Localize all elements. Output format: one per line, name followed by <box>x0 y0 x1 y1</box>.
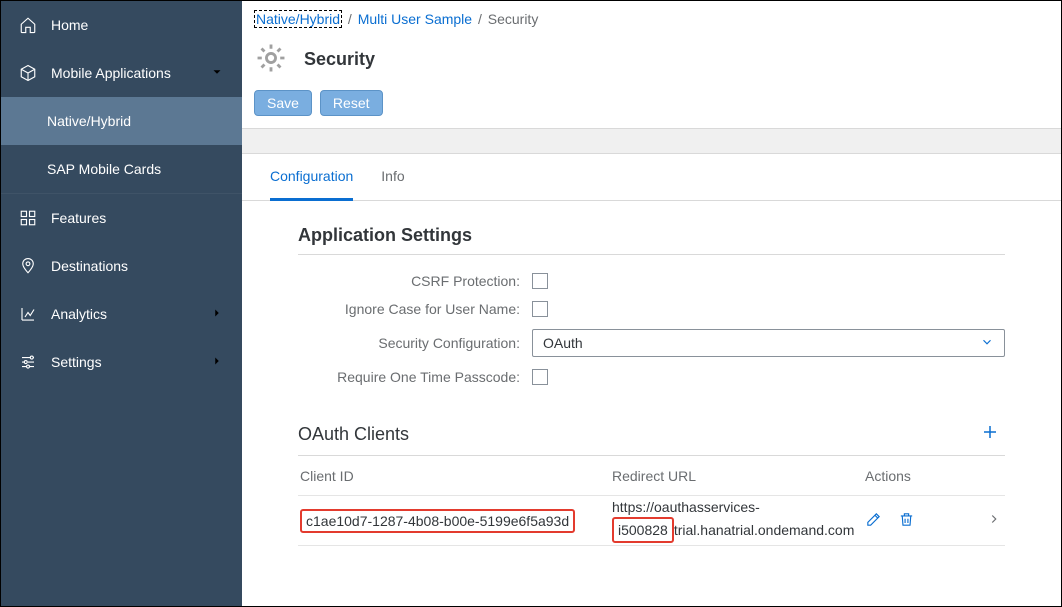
sidebar-item-label: Mobile Applications <box>51 65 171 81</box>
page-title: Security <box>304 49 375 70</box>
table-row[interactable]: c1ae10d7-1287-4b08-b00e-5199e6f5a93d htt… <box>298 496 1005 546</box>
label-require-otp: Require One Time Passcode: <box>298 369 532 385</box>
sidebar-item-label: SAP Mobile Cards <box>47 161 161 177</box>
pin-icon <box>19 257 37 275</box>
chevron-down-icon <box>980 335 994 352</box>
breadcrumb-link-native-hybrid[interactable]: Native/Hybrid <box>254 10 342 28</box>
label-security-configuration: Security Configuration: <box>298 335 532 351</box>
chevron-right-icon[interactable] <box>987 512 1005 529</box>
action-row: Save Reset <box>242 90 1061 128</box>
add-button[interactable] <box>975 419 1005 449</box>
sidebar-item-settings[interactable]: Settings <box>1 338 242 386</box>
home-icon <box>19 16 37 34</box>
oauth-clients-table: Client ID Redirect URL Actions c1ae10d7-… <box>298 456 1005 546</box>
sidebar-item-label: Destinations <box>51 258 128 274</box>
sidebar-item-mobile-applications[interactable]: Mobile Applications <box>1 49 242 97</box>
chart-icon <box>19 305 37 323</box>
checkbox-require-otp[interactable] <box>532 369 548 385</box>
sidebar-item-label: Settings <box>51 354 102 370</box>
chevron-right-icon <box>210 306 224 323</box>
delete-button[interactable] <box>898 511 915 531</box>
redirect-url-highlight: i500828 <box>612 517 674 543</box>
breadcrumb-link-multi-user-sample[interactable]: Multi User Sample <box>358 11 472 27</box>
chevron-down-icon <box>210 65 224 82</box>
sidebar-item-home[interactable]: Home <box>1 1 242 49</box>
client-id-value: c1ae10d7-1287-4b08-b00e-5199e6f5a93d <box>300 509 575 533</box>
section-title: Application Settings <box>298 225 1005 255</box>
col-header-client-id: Client ID <box>298 468 598 484</box>
col-header-actions: Actions <box>865 468 1005 484</box>
checkbox-csrf-protection[interactable] <box>532 273 548 289</box>
tabs: Configuration Info <box>242 154 1061 201</box>
sidebar-item-label: Home <box>51 17 88 33</box>
section-title: OAuth Clients <box>298 424 409 445</box>
sidebar-item-sap-mobile-cards[interactable]: SAP Mobile Cards <box>1 145 242 193</box>
save-button[interactable]: Save <box>254 90 312 116</box>
sidebar-item-label: Features <box>51 210 106 226</box>
breadcrumb-sep: / <box>478 11 482 27</box>
separator-band <box>242 128 1061 154</box>
main-content: Native/Hybrid / Multi User Sample / Secu… <box>242 1 1061 606</box>
tab-configuration[interactable]: Configuration <box>270 154 353 201</box>
breadcrumb-current: Security <box>488 11 539 27</box>
section-application-settings: Application Settings CSRF Protection: Ig… <box>242 201 1061 407</box>
cube-icon <box>19 64 37 82</box>
reset-button[interactable]: Reset <box>320 90 383 116</box>
sidebar-item-label: Analytics <box>51 306 107 322</box>
page-header: Security <box>242 33 1061 90</box>
section-oauth-clients: OAuth Clients Client ID Redirect URL Act… <box>242 407 1061 556</box>
edit-button[interactable] <box>865 511 882 531</box>
settings-icon <box>19 353 37 371</box>
breadcrumb-sep: / <box>348 11 352 27</box>
select-security-configuration[interactable]: OAuth <box>532 329 1005 357</box>
col-header-redirect-url: Redirect URL <box>598 468 865 484</box>
select-value: OAuth <box>543 335 980 351</box>
breadcrumb: Native/Hybrid / Multi User Sample / Secu… <box>242 1 1061 33</box>
sidebar: Home Mobile Applications Native/Hybrid S… <box>1 1 242 606</box>
sidebar-item-native-hybrid[interactable]: Native/Hybrid <box>1 97 242 145</box>
features-icon <box>19 209 37 227</box>
gear-icon <box>254 41 288 78</box>
label-csrf-protection: CSRF Protection: <box>298 273 532 289</box>
tab-info[interactable]: Info <box>381 154 404 200</box>
table-header-row: Client ID Redirect URL Actions <box>298 456 1005 496</box>
sidebar-item-destinations[interactable]: Destinations <box>1 242 242 290</box>
chevron-right-icon <box>210 354 224 371</box>
sidebar-item-analytics[interactable]: Analytics <box>1 290 242 338</box>
sidebar-item-label: Native/Hybrid <box>47 113 131 129</box>
label-ignore-case: Ignore Case for User Name: <box>298 301 532 317</box>
redirect-url-value: https://oauthasservices- i500828trial.ha… <box>598 498 865 542</box>
sidebar-item-features[interactable]: Features <box>1 194 242 242</box>
checkbox-ignore-case[interactable] <box>532 301 548 317</box>
